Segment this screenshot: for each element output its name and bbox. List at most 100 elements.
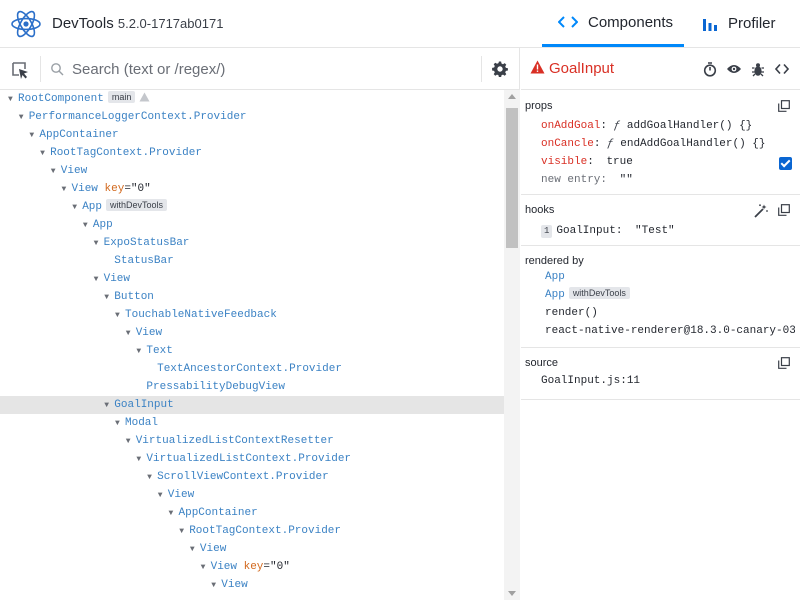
tree-row[interactable]: ▼ View <box>0 324 504 342</box>
component-name: Text <box>146 345 173 357</box>
component-name: VirtualizedListContextResetter <box>135 435 334 447</box>
expand-toggle-icon[interactable]: ▼ <box>83 217 93 235</box>
tree-row[interactable]: ▼ View key="0" <box>0 558 504 576</box>
tree-row[interactable]: ▼ AppContainer <box>0 126 504 144</box>
tree-row[interactable]: ▼ View <box>0 270 504 288</box>
expand-toggle-icon[interactable]: ▼ <box>169 505 179 523</box>
rendered-by-link[interactable]: App <box>545 289 565 301</box>
prop-value: endAddGoalHandler() {} <box>620 138 766 150</box>
function-symbol: ƒ <box>607 138 614 150</box>
expand-toggle-icon[interactable]: ▼ <box>179 523 189 541</box>
bug-icon[interactable] <box>750 61 766 77</box>
expand-toggle-icon[interactable]: ▼ <box>62 181 72 199</box>
source-location[interactable]: GoalInput.js:11 <box>541 372 640 390</box>
scrollbar-thumb[interactable] <box>506 108 518 248</box>
prop-row[interactable]: new entry: "" <box>541 171 633 189</box>
expand-toggle-icon[interactable]: ▼ <box>126 433 136 451</box>
component-name: GoalInput <box>114 399 174 411</box>
rendered-by-item[interactable]: App <box>545 268 565 286</box>
title-bar: DevTools 5.2.0-1717ab0171 Components Pro… <box>0 0 800 48</box>
expand-toggle-icon[interactable]: ▼ <box>104 289 114 307</box>
tree-row[interactable]: ▼ RootTagContext.Provider <box>0 144 504 162</box>
tree-row[interactable]: ▼ RootTagContext.Provider <box>0 522 504 540</box>
tree-row[interactable]: ▼ AppContainer <box>0 504 504 522</box>
component-name: ExpoStatusBar <box>103 237 190 249</box>
key-attr-name: key <box>237 561 264 573</box>
tree-row[interactable]: PressabilityDebugView <box>0 378 504 396</box>
suspend-timer-icon[interactable] <box>702 61 718 77</box>
tree-row[interactable]: ▼ View <box>0 540 504 558</box>
function-symbol: ƒ <box>613 120 621 132</box>
prop-row[interactable]: onCancle: ƒ endAddGoalHandler() {} <box>541 135 765 153</box>
search-input[interactable] <box>72 58 472 80</box>
copy-icon[interactable] <box>778 100 790 112</box>
prop-row[interactable]: onAddGoal: ƒ addGoalHandler() {} <box>541 117 752 135</box>
expand-toggle-icon[interactable]: ▼ <box>158 487 168 505</box>
tree-row[interactable]: ▼ View <box>0 162 504 180</box>
tree-row[interactable]: ▼ Text <box>0 342 504 360</box>
copy-icon[interactable] <box>778 204 790 216</box>
expand-toggle-icon[interactable]: ▼ <box>190 541 200 559</box>
tree-row[interactable]: ▼ PerformanceLoggerContext.Provider <box>0 108 504 126</box>
prop-name: onAddGoal <box>541 120 601 132</box>
prop-name: new entry <box>541 174 601 186</box>
eye-icon[interactable] <box>726 61 742 77</box>
expand-toggle-icon[interactable]: ▼ <box>104 397 114 415</box>
tab-components[interactable]: Components <box>542 0 684 47</box>
expand-toggle-icon[interactable]: ▼ <box>115 415 125 433</box>
component-name: PerformanceLoggerContext.Provider <box>28 111 247 123</box>
view-source-icon[interactable] <box>774 61 790 77</box>
expand-toggle-icon[interactable]: ▼ <box>94 271 104 289</box>
tree-row[interactable]: ▼ View key="0" <box>0 180 504 198</box>
expand-toggle-icon[interactable]: ▼ <box>147 469 157 487</box>
expand-toggle-icon[interactable]: ▼ <box>72 199 82 217</box>
hooks-section: hooks 1 GoalInput: "Test" <box>521 195 800 246</box>
tree-row[interactable]: ▼ RootComponent main <box>0 90 504 108</box>
magic-wand-icon[interactable] <box>754 204 768 218</box>
expand-toggle-icon[interactable]: ▼ <box>201 559 211 577</box>
expand-toggle-icon[interactable]: ▼ <box>8 91 18 109</box>
expand-toggle-icon[interactable]: ▼ <box>29 127 39 145</box>
component-name: View <box>221 579 248 591</box>
rendered-by-item[interactable]: App withDevTools <box>545 286 630 304</box>
expand-toggle-icon[interactable]: ▼ <box>211 577 221 595</box>
scroll-up-arrow[interactable] <box>508 94 516 99</box>
hooks-title: hooks <box>525 204 555 216</box>
gear-icon[interactable] <box>492 61 508 77</box>
bar-chart-icon <box>702 16 718 32</box>
expand-toggle-icon[interactable]: ▼ <box>94 235 104 253</box>
tree-row[interactable]: TextAncestorContext.Provider <box>0 360 504 378</box>
tree-row[interactable]: ▼ App withDevTools <box>0 198 504 216</box>
tree-row[interactable]: ▼ VirtualizedListContextResetter <box>0 432 504 450</box>
tree-row[interactable]: ▼ ScrollViewContext.Provider <box>0 468 504 486</box>
tree-row[interactable]: ▼ View <box>0 486 504 504</box>
tree-row[interactable]: ▼ Modal <box>0 414 504 432</box>
copy-icon[interactable] <box>778 357 790 369</box>
expand-toggle-icon[interactable]: ▼ <box>136 343 146 361</box>
tree-row[interactable]: ▼ ExpoStatusBar <box>0 234 504 252</box>
expand-toggle-icon[interactable]: ▼ <box>115 307 125 325</box>
rendered-by-link[interactable]: App <box>545 271 565 283</box>
tree-row[interactable]: ▼ TouchableNativeFeedback <box>0 306 504 324</box>
tab-profiler[interactable]: Profiler <box>700 0 790 47</box>
expand-toggle-icon[interactable]: ▼ <box>19 109 29 127</box>
tree-row[interactable]: ▼ View <box>0 576 504 594</box>
tree-row[interactable]: ▼ App <box>0 216 504 234</box>
expand-toggle-icon[interactable]: ▼ <box>51 163 61 181</box>
hook-row[interactable]: 1 GoalInput: "Test" <box>541 222 675 240</box>
scroll-down-arrow[interactable] <box>508 591 516 596</box>
expand-toggle-icon[interactable]: ▼ <box>40 145 50 163</box>
component-name: TouchableNativeFeedback <box>125 309 277 321</box>
expand-toggle-icon[interactable]: ▼ <box>136 451 146 469</box>
prop-row[interactable]: visible: true <box>541 153 633 171</box>
tree-scrollbar[interactable] <box>504 90 520 600</box>
expand-toggle-icon[interactable]: ▼ <box>126 325 136 343</box>
tree-row[interactable]: StatusBar <box>0 252 504 270</box>
select-element-icon[interactable] <box>10 60 30 80</box>
component-name: View <box>135 327 163 339</box>
tree-row[interactable]: ▼ VirtualizedListContext.Provider <box>0 450 504 468</box>
tree-row[interactable]: ▼ Button <box>0 288 504 306</box>
visible-checkbox[interactable] <box>779 157 792 170</box>
tree-row[interactable]: ▼ GoalInput <box>0 396 504 414</box>
component-name: RootComponent <box>18 93 104 105</box>
